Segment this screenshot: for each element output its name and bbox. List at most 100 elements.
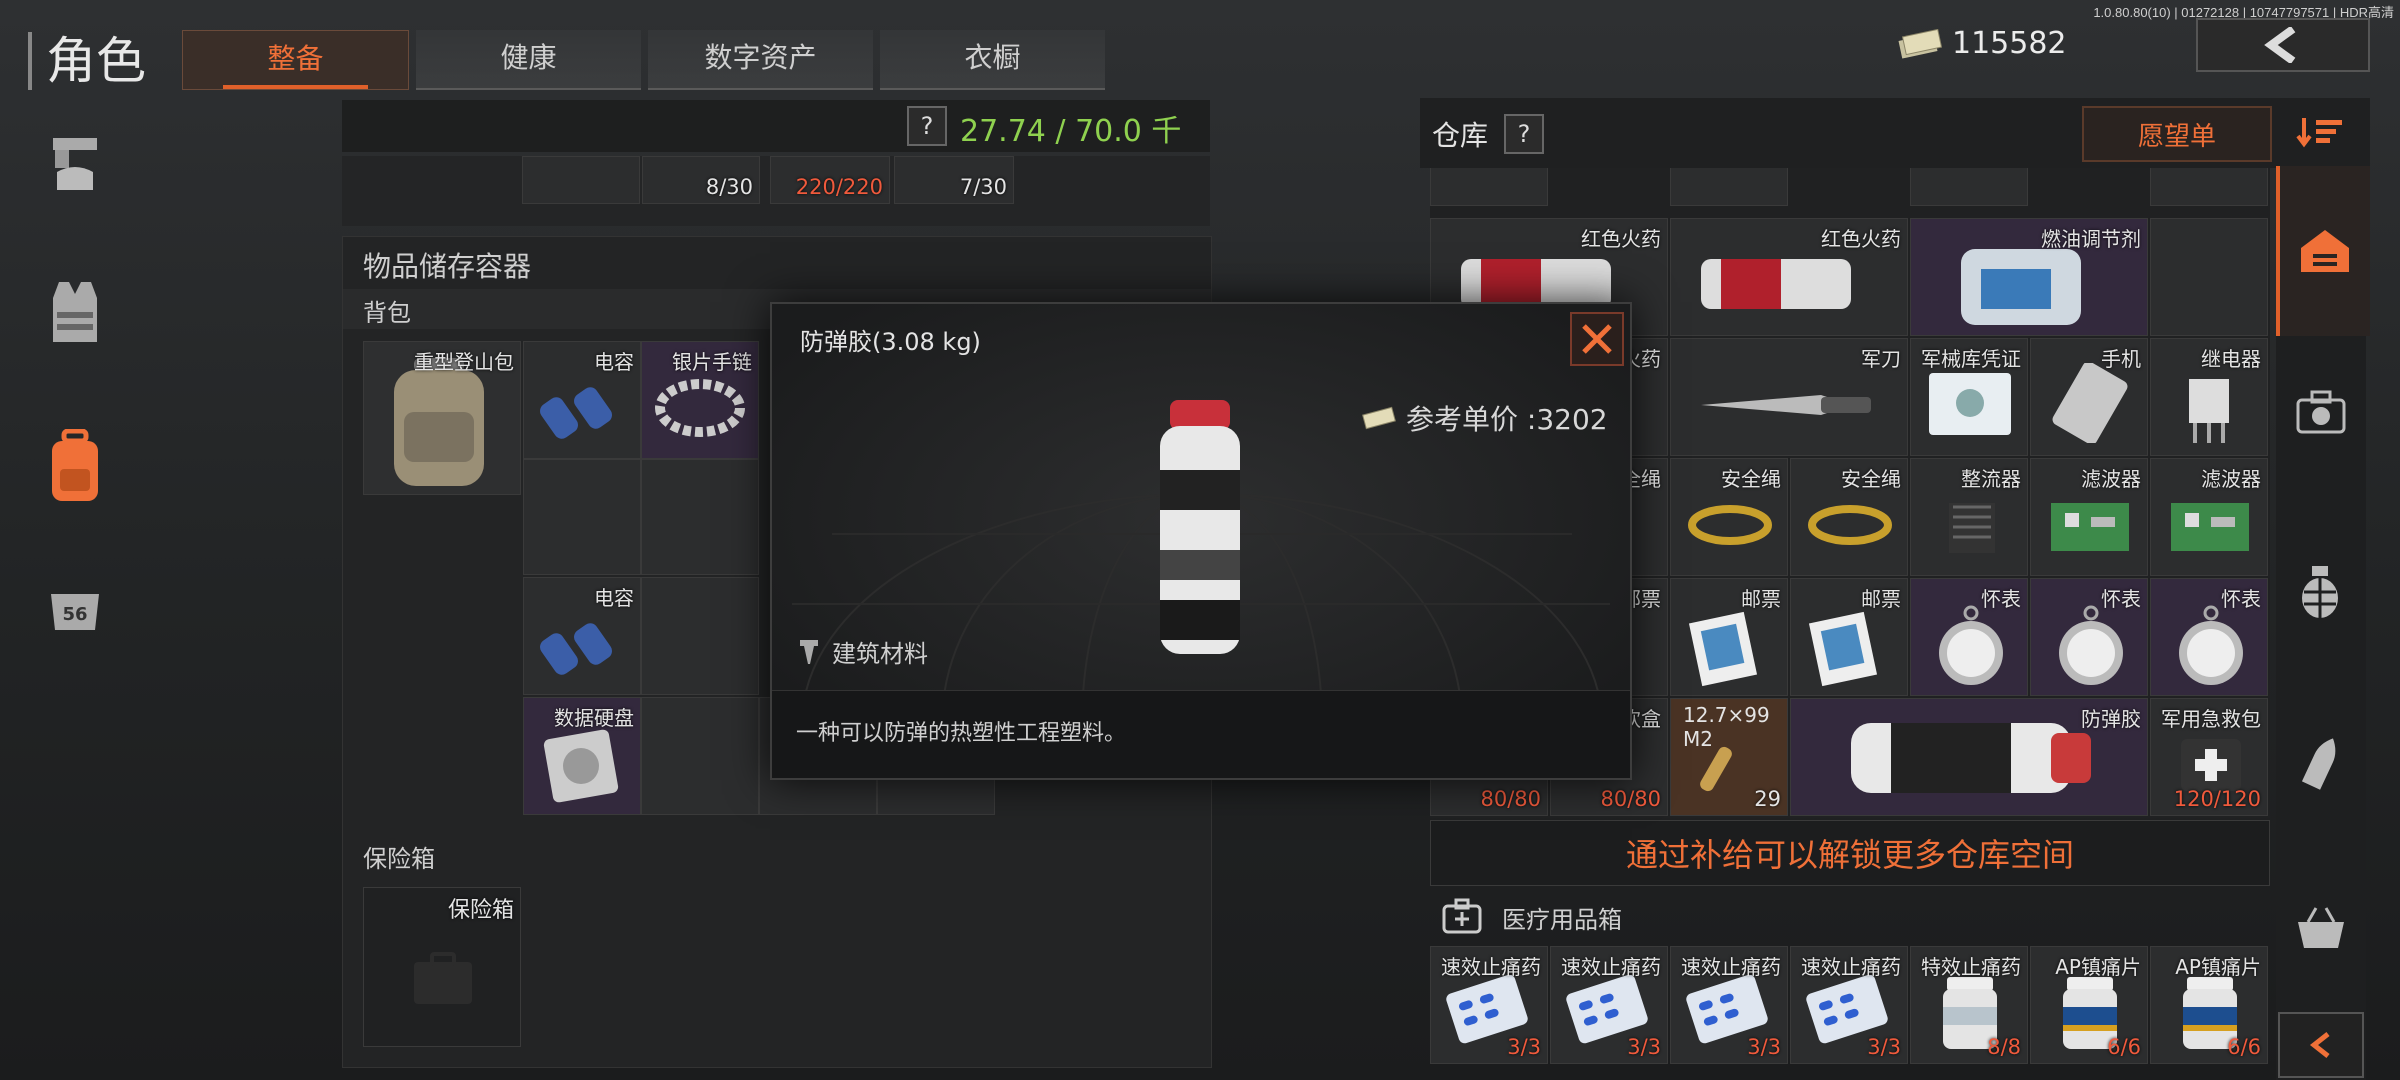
close-button[interactable] (1570, 312, 1624, 366)
warehouse-item[interactable]: 滤波器 (2150, 458, 2268, 576)
ammo-slot[interactable]: 8/30 (642, 156, 760, 204)
empty-slot[interactable] (641, 697, 759, 815)
item-count: 3/3 (1867, 1035, 1901, 1059)
warehouse-item[interactable]: 整流器 (1910, 458, 2028, 576)
tab-label: 整备 (267, 42, 324, 75)
item-name: 红色火药 (1581, 227, 1661, 251)
phone-icon (2052, 363, 2128, 443)
item-count: 6/6 (2107, 1035, 2141, 1059)
tab-health[interactable]: 健康 (416, 30, 641, 90)
safe-slot[interactable]: 保险箱 (363, 887, 521, 1047)
wishlist-button[interactable]: 愿望单 (2082, 106, 2272, 162)
warehouse-item[interactable] (1670, 168, 1788, 206)
unlock-text: 通过补给可以解锁更多仓库空间 (1625, 836, 2074, 874)
armory-pass-icon (1929, 373, 2011, 435)
category-home-tab[interactable] (2276, 166, 2370, 336)
warehouse-item[interactable]: 安全绳 (1790, 458, 1908, 576)
inventory-item[interactable]: 电容 (523, 577, 641, 695)
warehouse-item[interactable]: 滤波器 (2030, 458, 2148, 576)
warehouse-item[interactable] (1430, 168, 1548, 206)
item-name: 红色火药 (1821, 227, 1901, 251)
backpack-name: 重型登山包 (414, 350, 514, 374)
category-medical-icon[interactable] (2294, 388, 2348, 440)
capacitor-icon (540, 387, 612, 439)
warehouse-item[interactable]: 军刀 (1670, 338, 1908, 456)
ammo-count: 7/30 (959, 175, 1007, 199)
item-name: 滤波器 (2201, 467, 2261, 491)
rail-weapon-helmet-icon[interactable] (40, 130, 110, 200)
knife-icon (1701, 395, 1871, 415)
ammo-slot[interactable]: 220/220 (770, 156, 890, 204)
warehouse-item[interactable]: 怀表 (1910, 578, 2028, 696)
warehouse-item[interactable]: 邮票 (1790, 578, 1908, 696)
warehouse-item[interactable]: 怀表 (2150, 578, 2268, 696)
tab-gear[interactable]: 整备 (182, 30, 409, 90)
warehouse-item[interactable] (1910, 168, 2028, 206)
tab-wardrobe[interactable]: 衣橱 (880, 30, 1105, 90)
warehouse-help-button[interactable]: ? (1504, 114, 1544, 154)
warehouse-item[interactable]: 防弹胶 (1790, 698, 2148, 816)
category-grenade-icon[interactable] (2298, 564, 2342, 624)
warehouse-item[interactable]: 手机 (2030, 338, 2148, 456)
empty-slot[interactable] (523, 459, 641, 575)
warehouse-item[interactable]: 燃油调节剂 (1910, 218, 2148, 336)
medkit-item[interactable]: AP镇痛片 6/6 (2150, 946, 2268, 1064)
warehouse-item[interactable]: 邮票 (1670, 578, 1788, 696)
medkit-item[interactable]: 速效止痛药 3/3 (1670, 946, 1788, 1064)
ammo-slot[interactable] (522, 156, 640, 204)
warehouse-item[interactable]: 安全绳 (1670, 458, 1788, 576)
svg-text:56: 56 (62, 604, 87, 625)
collapse-button[interactable] (2278, 1012, 2364, 1078)
warehouse-item[interactable]: 军械库凭证 (1910, 338, 2028, 456)
medkit-item[interactable]: 速效止痛药 3/3 (1430, 946, 1548, 1064)
price-text: 参考单价 :3202 (1406, 403, 1608, 436)
cash-icon (1898, 28, 1942, 59)
rail-ammo-box-icon[interactable]: 56 (40, 576, 110, 646)
backpack-slot[interactable]: 重型登山包 (363, 341, 521, 495)
rail-backpack-icon[interactable] (40, 429, 110, 502)
warehouse-item[interactable] (2150, 168, 2268, 206)
warehouse-item[interactable]: 继电器 (2150, 338, 2268, 456)
medkit-item[interactable]: 速效止痛药 3/3 (1790, 946, 1908, 1064)
cash-icon (1362, 406, 1396, 430)
item-name: 燃油调节剂 (2041, 227, 2141, 251)
warehouse-item[interactable]: 12.7×99 M2 29 (1670, 698, 1788, 816)
inventory-item[interactable]: 数据硬盘 (523, 697, 641, 815)
warehouse-item[interactable]: 军用急救包 120/120 (2150, 698, 2268, 816)
inventory-item[interactable]: 电容 (523, 341, 641, 459)
currency-amount: 115582 (1952, 26, 2067, 61)
item-name: AP镇痛片 (2175, 955, 2261, 979)
warehouse-item[interactable]: 红色火药 (1670, 218, 1908, 336)
inventory-item[interactable]: 银片手链 (641, 341, 759, 459)
category-basket-icon[interactable] (2294, 906, 2348, 954)
ammo-slot[interactable]: 7/30 (894, 156, 1014, 204)
screw-icon (800, 639, 818, 664)
item-name: 电容 (594, 586, 634, 610)
unlock-storage-banner[interactable]: 通过补给可以解锁更多仓库空间 (1430, 820, 2270, 886)
medkit-item[interactable]: 速效止痛药 3/3 (1550, 946, 1668, 1064)
pocket-watch-icon (1939, 605, 2003, 685)
item-name: 数据硬盘 (554, 706, 634, 730)
rectifier-icon (1949, 503, 1995, 553)
category-ammo-icon[interactable] (2301, 732, 2342, 796)
item-name: 速效止痛药 (1801, 955, 1901, 979)
medical-case-icon (1442, 898, 1482, 934)
warehouse-item[interactable]: 怀表 (2030, 578, 2148, 696)
medkit-item[interactable]: AP镇痛片 6/6 (2030, 946, 2148, 1064)
help-mark: ? (1517, 120, 1531, 148)
back-button[interactable] (2196, 18, 2370, 72)
sort-icon[interactable] (2296, 114, 2344, 154)
pocket-watch-icon (2059, 605, 2123, 685)
empty-slot[interactable] (641, 577, 759, 695)
warehouse-item[interactable] (2150, 218, 2268, 336)
help-mark: ? (920, 112, 934, 140)
medkit-item[interactable]: 特效止痛药 8/8 (1910, 946, 2028, 1064)
item-name: 速效止痛药 (1681, 955, 1781, 979)
tab-digital-assets[interactable]: 数字资产 (648, 30, 873, 90)
item-name: 银片手链 (672, 350, 752, 374)
rail-vest-icon[interactable] (40, 278, 110, 348)
empty-slot[interactable] (641, 459, 759, 575)
tab-label: 数字资产 (704, 41, 817, 74)
weight-help-button[interactable]: ? (907, 106, 947, 146)
safe-label: 保险箱 (363, 845, 435, 873)
